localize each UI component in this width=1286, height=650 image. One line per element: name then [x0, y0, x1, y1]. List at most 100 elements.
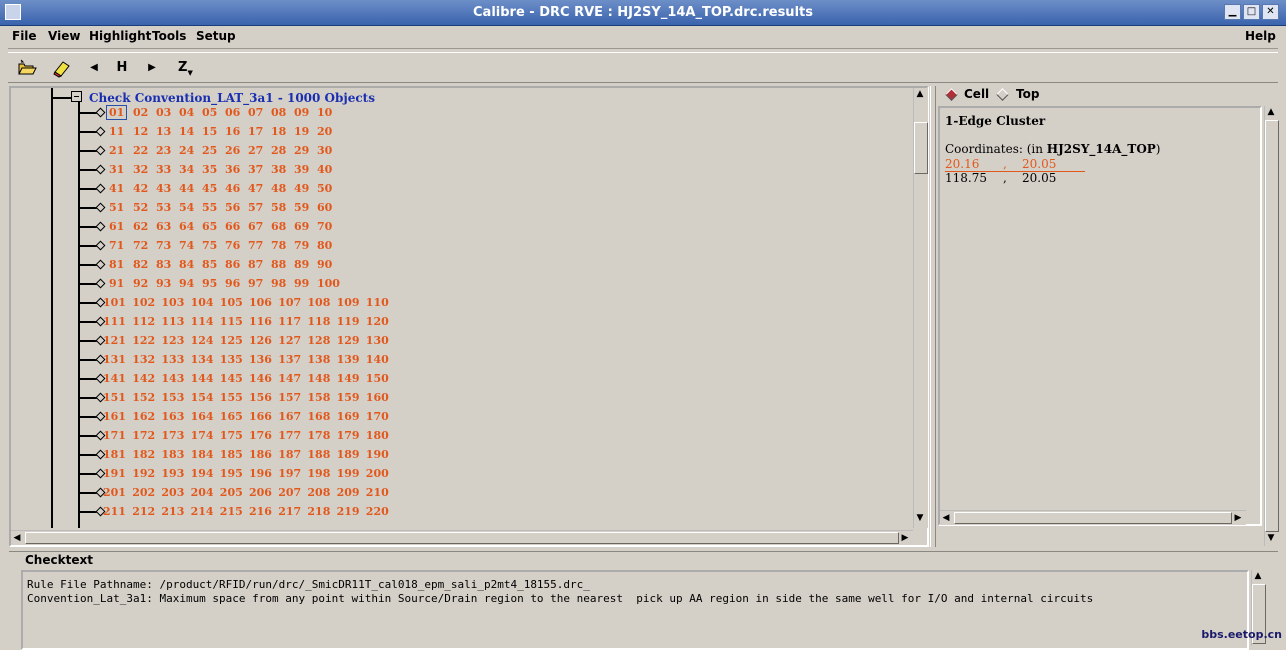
result-number[interactable]: 155	[220, 391, 243, 404]
coordinate-row[interactable]: 118.75, 20.05	[945, 171, 1085, 185]
radio-top-label[interactable]: Top	[1016, 87, 1039, 101]
result-number[interactable]: 158	[307, 391, 330, 404]
result-number[interactable]: 166	[249, 410, 272, 423]
result-number[interactable]: 126	[249, 334, 272, 347]
result-number[interactable]: 48	[271, 182, 286, 195]
result-number[interactable]: 16	[225, 125, 240, 138]
result-number[interactable]: 112	[132, 315, 155, 328]
result-number[interactable]: 105	[220, 296, 243, 309]
result-number[interactable]: 28	[271, 144, 286, 157]
result-number[interactable]: 94	[179, 277, 194, 290]
result-number[interactable]: 98	[271, 277, 286, 290]
result-number[interactable]: 133	[161, 353, 184, 366]
result-number[interactable]: 89	[294, 258, 309, 271]
result-number[interactable]: 42	[133, 182, 148, 195]
result-number[interactable]: 201	[103, 486, 126, 499]
prev-arrow-icon[interactable]: ◀	[86, 58, 102, 78]
result-number[interactable]: 13	[156, 125, 171, 138]
result-number[interactable]: 110	[366, 296, 389, 309]
result-number[interactable]: 102	[132, 296, 155, 309]
result-number[interactable]: 197	[278, 467, 301, 480]
result-number[interactable]: 137	[278, 353, 301, 366]
result-number[interactable]: 204	[191, 486, 214, 499]
result-number[interactable]: 125	[220, 334, 243, 347]
scroll-right-icon[interactable]: ▶	[1232, 512, 1244, 524]
result-number[interactable]: 22	[133, 144, 148, 157]
result-number[interactable]: 23	[156, 144, 171, 157]
result-number[interactable]: 128	[307, 334, 330, 347]
result-number[interactable]: 72	[133, 239, 148, 252]
result-number[interactable]: 63	[156, 220, 171, 233]
result-number[interactable]: 216	[249, 505, 272, 518]
result-number[interactable]: 140	[366, 353, 389, 366]
radio-top[interactable]	[996, 88, 1009, 101]
result-number[interactable]: 69	[294, 220, 309, 233]
result-number[interactable]: 202	[132, 486, 155, 499]
result-number[interactable]: 184	[191, 448, 214, 461]
result-number[interactable]: 175	[220, 429, 243, 442]
result-number[interactable]: 09	[294, 106, 309, 119]
result-number[interactable]: 33	[156, 163, 171, 176]
result-number[interactable]: 210	[366, 486, 389, 499]
result-number[interactable]: 61	[109, 220, 124, 233]
result-number[interactable]: 67	[248, 220, 263, 233]
result-number[interactable]: 30	[317, 144, 332, 157]
result-number[interactable]: 44	[179, 182, 194, 195]
result-number[interactable]: 26	[225, 144, 240, 157]
result-number[interactable]: 187	[278, 448, 301, 461]
result-number[interactable]: 76	[225, 239, 240, 252]
result-number[interactable]: 163	[161, 410, 184, 423]
result-number[interactable]: 86	[225, 258, 240, 271]
scroll-up-icon[interactable]: ▲	[1265, 106, 1277, 118]
result-number[interactable]: 40	[317, 163, 332, 176]
result-number[interactable]: 74	[179, 239, 194, 252]
result-number[interactable]: 209	[337, 486, 360, 499]
result-number[interactable]: 80	[317, 239, 332, 252]
result-number[interactable]: 219	[337, 505, 360, 518]
result-number[interactable]: 212	[132, 505, 155, 518]
result-number[interactable]: 73	[156, 239, 171, 252]
result-number[interactable]: 208	[307, 486, 330, 499]
result-number[interactable]: 10	[317, 106, 332, 119]
result-number[interactable]: 179	[337, 429, 360, 442]
collapse-toggle[interactable]	[71, 91, 82, 102]
result-number[interactable]: 165	[220, 410, 243, 423]
result-number[interactable]: 141	[103, 372, 126, 385]
result-number[interactable]: 62	[133, 220, 148, 233]
scroll-right-icon[interactable]: ▶	[899, 532, 911, 544]
result-number[interactable]: 188	[307, 448, 330, 461]
result-number[interactable]: 143	[161, 372, 184, 385]
result-number[interactable]: 127	[278, 334, 301, 347]
result-number[interactable]: 78	[271, 239, 286, 252]
result-number[interactable]: 211	[103, 505, 126, 518]
result-number[interactable]: 148	[307, 372, 330, 385]
result-number[interactable]: 119	[337, 315, 360, 328]
result-number[interactable]: 83	[156, 258, 171, 271]
result-number[interactable]: 68	[271, 220, 286, 233]
result-number[interactable]: 149	[337, 372, 360, 385]
result-number[interactable]: 99	[294, 277, 309, 290]
result-number[interactable]: 51	[109, 201, 124, 214]
result-number[interactable]: 82	[133, 258, 148, 271]
menu-help[interactable]: Help	[1245, 29, 1276, 43]
result-number[interactable]: 146	[249, 372, 272, 385]
result-number[interactable]: 15	[202, 125, 217, 138]
result-number[interactable]: 215	[220, 505, 243, 518]
result-number[interactable]: 37	[248, 163, 263, 176]
result-number[interactable]: 167	[278, 410, 301, 423]
result-number[interactable]: 220	[366, 505, 389, 518]
result-number[interactable]: 214	[191, 505, 214, 518]
zoom-button[interactable]: Z▼	[178, 58, 200, 78]
result-number[interactable]: 87	[248, 258, 263, 271]
result-number[interactable]: 08	[271, 106, 286, 119]
result-number[interactable]: 114	[191, 315, 214, 328]
result-number[interactable]: 52	[133, 201, 148, 214]
result-number[interactable]: 144	[191, 372, 214, 385]
result-number[interactable]: 108	[307, 296, 330, 309]
info-horizontal-scrollbar[interactable]: ◀ ▶	[940, 510, 1246, 525]
result-number[interactable]: 173	[161, 429, 184, 442]
result-number[interactable]: 191	[103, 467, 126, 480]
scroll-thumb[interactable]	[954, 512, 1232, 524]
result-number[interactable]: 171	[103, 429, 126, 442]
result-number[interactable]: 21	[109, 144, 124, 157]
